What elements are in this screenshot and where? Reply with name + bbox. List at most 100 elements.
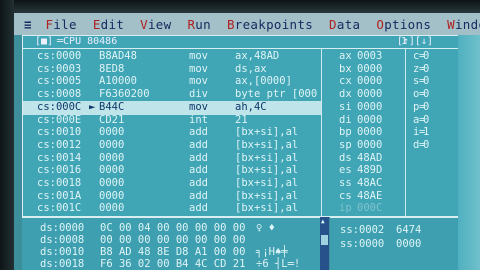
- disassembly-addr: cs:0018: [37, 177, 82, 189]
- register-value: 0000: [357, 113, 383, 126]
- window-titlebar[interactable]: [■] ═CPU 80486 1 [↑][↓]: [23, 36, 459, 49]
- menu-item-breakpoints[interactable]: Breakpoints: [227, 17, 313, 32]
- disassembly-hex: B8AD48: [99, 50, 137, 62]
- disassembly-ops: [bx+si],al: [235, 177, 299, 189]
- dump-addr: ds:0018: [40, 258, 85, 270]
- dump-row[interactable]: ds:0008 00 00 00 00 00 00 00 00: [22, 234, 320, 246]
- flag-value: 0: [423, 88, 430, 101]
- flag-value: 0: [423, 62, 430, 75]
- dump-addr: ds:0010: [40, 246, 85, 258]
- disassembly-hex: CD21: [99, 113, 125, 126]
- menu-label-rest: reakpoints: [234, 16, 314, 32]
- disassembly-hex: 0000: [99, 126, 125, 139]
- disassembly-ops: ah,4C: [235, 100, 267, 113]
- disassembly-pane[interactable]: cs:0000 B8AD48 mov ax,48AD cs:0003 8ED8 mov ds,…: [23, 49, 321, 216]
- disassembly-addr: cs:001A: [37, 189, 82, 202]
- disassembly-mnem: mov: [189, 75, 208, 88]
- stack-row[interactable]: ss:0002 6474: [330, 224, 458, 237]
- disassembly-hex: 8ED8: [99, 62, 125, 75]
- disassembly-row[interactable]: cs:001C 0000 add [bx+si],al: [23, 202, 321, 216]
- system-menu-icon[interactable]: ≡: [24, 17, 32, 32]
- dump-ascii: ╕¡H♠╪: [256, 246, 288, 258]
- window-title: ═CPU 80486: [57, 36, 118, 47]
- register-name: bx: [339, 62, 352, 75]
- register-value: 0000: [357, 138, 383, 151]
- register-name: ss: [339, 177, 352, 189]
- window-resize-controls[interactable]: [↑][↓]: [397, 36, 433, 47]
- flag-value: 1: [423, 126, 430, 139]
- register-value: 0000: [357, 100, 383, 113]
- dump-ascii: ÷6 ┤L═!: [256, 258, 301, 270]
- menu-item-data[interactable]: Data: [329, 17, 360, 32]
- menu-item-file[interactable]: File: [46, 17, 77, 32]
- dump-bytes: 00 00 00 00 00 00 00 00: [100, 234, 246, 246]
- memory-dump-pane[interactable]: ds:0000 0C 00 04 00 00 00 00 00 ♀ ♦ ds:0008…: [22, 217, 320, 270]
- disassembly-ops: ax,48AD: [235, 50, 280, 62]
- disassembly-addr: cs:0014: [37, 151, 82, 164]
- current-instruction-marker-icon: ►: [89, 100, 96, 113]
- disassembly-ops: [bx+si],al: [235, 164, 299, 177]
- disassembly-addr: cs:0016: [37, 164, 82, 177]
- disassembly-hex: 0000: [99, 164, 125, 177]
- register-name: es: [339, 164, 352, 177]
- flag-value: 0: [423, 113, 430, 126]
- flags-pane[interactable]: c = 0 z = 0 s = 0 o = 0 p = 0 a = 0 i = 1 d = 0: [409, 49, 457, 216]
- flag-d[interactable]: d = 0: [409, 139, 457, 153]
- close-button[interactable]: [■]: [35, 36, 53, 47]
- registers-pane[interactable]: ax 0003 bx 0000 cx 0000 dx 0000 si 0000 di 0000 bp 00…: [329, 49, 403, 216]
- dump-bytes: B8 AD 48 8E D8 A1 00 00: [100, 246, 246, 258]
- register-name: cx: [339, 75, 352, 88]
- disassembly-hex: 0000: [99, 177, 125, 189]
- flag-value: 0: [423, 50, 430, 62]
- stack-row[interactable]: ss:0000 0000: [330, 238, 458, 251]
- disassembly-mnem: add: [189, 177, 208, 189]
- disassembly-hex: F6360200: [99, 88, 150, 101]
- disassembly-ops: [bx+si],al: [235, 151, 299, 164]
- menu-label-rest: iew: [147, 16, 172, 32]
- register-name: sp: [339, 138, 352, 151]
- disassembly-addr: cs:0000: [37, 50, 82, 62]
- menu-item-edit[interactable]: Edit: [93, 17, 124, 32]
- screen-edge: [458, 35, 480, 270]
- dump-addr: ds:0008: [40, 234, 85, 246]
- stack-value: 0000: [396, 238, 422, 250]
- menu-hotkey: B: [226, 16, 235, 32]
- register-value: 48AE: [357, 189, 383, 202]
- menu-item-view[interactable]: View: [140, 17, 171, 32]
- menu-item-window[interactable]: Window: [447, 17, 480, 32]
- dump-bytes: 0C 00 04 00 00 00 00 00: [100, 222, 246, 234]
- register-value: 000C: [357, 202, 383, 215]
- menu-item-options[interactable]: Options: [376, 17, 431, 32]
- disassembly-mnem: add: [189, 189, 208, 202]
- disassembly-addr: cs:0005: [37, 75, 82, 88]
- disassembly-hex: 0000: [99, 138, 125, 151]
- menu-label-rest: ile: [53, 16, 77, 32]
- dump-addr: ds:0000: [40, 222, 85, 234]
- stack-pane[interactable]: ss:0002 6474 ss:0000 0000: [330, 217, 458, 270]
- stack-addr: ss:0002: [340, 224, 385, 236]
- disassembly-ops: [bx+si],al: [235, 126, 299, 139]
- scroll-up-arrow-icon[interactable]: ▲: [321, 218, 328, 225]
- dump-scrollbar[interactable]: ▲: [320, 217, 329, 270]
- disassembly-mnem: add: [189, 126, 208, 139]
- menu-label-rest: indow: [454, 16, 480, 32]
- register-value: 0000: [357, 62, 383, 75]
- dump-row[interactable]: ds:0018 F6 36 02 00 B4 4C CD 21 ÷6 ┤L═!: [22, 258, 320, 270]
- debugger-screen: ≡ File Edit View Run Breakpoints Data Options W…: [0, 0, 480, 270]
- register-ip[interactable]: ip 000C: [329, 202, 403, 216]
- dump-row[interactable]: ds:0000 0C 00 04 00 00 00 00 00 ♀ ♦: [22, 222, 320, 234]
- menu-hotkey: D: [329, 16, 337, 32]
- menu-label-rest: ata: [336, 16, 361, 32]
- menu-hotkey: O: [376, 16, 385, 32]
- scrollbar-thumb[interactable]: [321, 235, 328, 245]
- disassembly-mnem: mov: [189, 62, 208, 75]
- disassembly-mnem: add: [189, 202, 208, 215]
- menu-item-run[interactable]: Run: [187, 17, 210, 32]
- dump-row[interactable]: ds:0010 B8 AD 48 8E D8 A1 00 00 ╕¡H♠╪: [22, 246, 320, 258]
- menu-hotkey: E: [92, 16, 101, 32]
- disassembly-ops: ax,[0000]: [235, 75, 292, 88]
- disassembly-hex: 0000: [99, 189, 125, 202]
- disassembly-hex: 0000: [99, 151, 125, 164]
- register-value: 48AC: [357, 177, 383, 189]
- cpu-window[interactable]: [■] ═CPU 80486 1 [↑][↓] cs:0000 B8AD48 mov…: [22, 35, 460, 217]
